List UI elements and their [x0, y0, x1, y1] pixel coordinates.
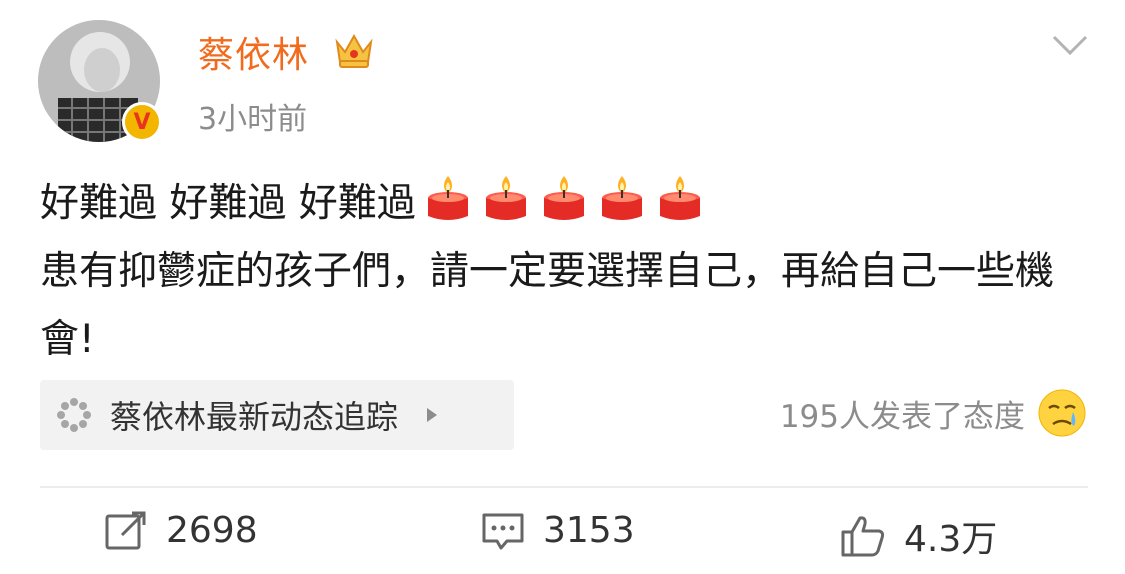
candle-emoji-icon — [601, 176, 642, 220]
post-time: 3小时前 — [198, 102, 308, 137]
username[interactable]: 蔡依林 — [198, 26, 309, 78]
crown-icon[interactable] — [333, 30, 375, 70]
crying-face-icon — [1038, 389, 1086, 437]
thumbs-up-icon — [841, 516, 885, 557]
post-content: 好難過 好難過 好難過 患有抑鬱症的孩子們，請一定要選擇自己，再給自己一些機會! — [40, 170, 1090, 374]
repost-button[interactable]: 2698 — [104, 510, 258, 551]
like-count: 4.3万 — [904, 519, 998, 560]
topic-label: 蔡依林最新动态追踪 — [110, 398, 399, 436]
post-line-2: 患有抑鬱症的孩子們，請一定要選擇自己，再給自己一些機會! — [40, 249, 1055, 362]
candle-emoji-icon — [485, 176, 526, 220]
repost-icon — [105, 511, 146, 549]
comment-button[interactable]: 3153 — [481, 510, 635, 551]
comment-icon — [482, 513, 524, 549]
loading-dots-icon — [57, 398, 91, 432]
post-line-1-text: 好難過 好難過 好難過 — [40, 181, 416, 226]
caret-right-icon — [427, 408, 438, 422]
reactions-summary[interactable]: 195人发表了态度 — [780, 388, 1087, 438]
like-button[interactable]: 4.3万 — [840, 510, 997, 562]
candle-emoji-icon — [659, 176, 700, 220]
candle-emoji-group — [416, 176, 706, 226]
post-line-1: 好難過 好難過 好難過 — [40, 170, 1090, 238]
divider — [40, 486, 1088, 488]
reactions-text: 195人发表了态度 — [779, 398, 1025, 435]
comment-count: 3153 — [543, 510, 635, 551]
candle-emoji-icon — [543, 176, 584, 220]
chevron-down-icon[interactable] — [1052, 34, 1088, 56]
topic-link[interactable]: 蔡依林最新动态追踪 — [40, 380, 514, 450]
candle-emoji-icon — [427, 176, 468, 220]
verified-badge-icon: V — [122, 102, 162, 142]
repost-count: 2698 — [166, 510, 258, 551]
